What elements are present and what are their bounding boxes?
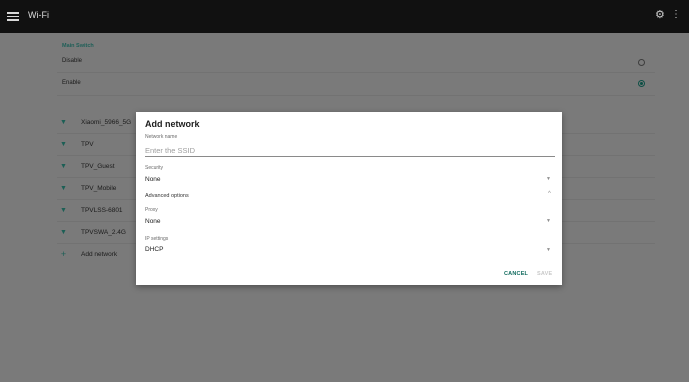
security-dropdown[interactable]: None	[145, 176, 161, 183]
wifi-icon: ▼	[60, 141, 67, 148]
network-name: TPVLSS-6801	[81, 207, 123, 214]
network-name: TPV_Guest	[81, 163, 115, 170]
ssid-input-underline	[145, 156, 555, 157]
gear-icon[interactable]: ⚙	[655, 8, 665, 22]
menu-icon[interactable]	[7, 10, 19, 22]
wifi-icon: ▼	[60, 119, 67, 126]
main-switch-heading: Main Switch	[62, 43, 94, 49]
add-network-dialog: Add network Network name Enter the SSID …	[136, 112, 562, 285]
security-label: Security	[145, 165, 164, 171]
disable-radio[interactable]	[638, 59, 645, 66]
divider	[57, 72, 655, 73]
enable-radio[interactable]	[638, 80, 645, 87]
network-name: TPV	[81, 141, 94, 148]
cancel-button[interactable]: CANCEL	[504, 271, 528, 277]
network-name: TPVSWA_2.4G	[81, 229, 126, 236]
advanced-options-toggle[interactable]: Advanced options	[145, 193, 189, 199]
enable-option-label[interactable]: Enable	[62, 80, 81, 86]
plus-icon: +	[60, 249, 67, 259]
divider	[57, 95, 655, 96]
page-title: Wi-Fi	[28, 10, 49, 20]
wifi-icon: ▼	[60, 185, 67, 192]
proxy-dropdown[interactable]: None	[145, 218, 161, 225]
network-name-label: Network name	[145, 134, 178, 140]
add-network-label: Add network	[81, 251, 118, 258]
wifi-icon: ▼	[60, 163, 67, 170]
disable-option-label[interactable]: Disable	[62, 58, 82, 64]
ip-settings-dropdown[interactable]: DHCP	[145, 246, 163, 253]
wifi-icon: ▼	[60, 229, 67, 236]
dropdown-arrow-icon[interactable]: ▼	[546, 218, 551, 224]
app-bar: Wi-Fi ⚙ ⋮	[0, 0, 689, 33]
wifi-icon: ▼	[60, 207, 67, 214]
chevron-up-icon[interactable]: ^	[548, 191, 551, 197]
dialog-title: Add network	[145, 119, 200, 129]
save-button[interactable]: SAVE	[537, 271, 552, 277]
dropdown-arrow-icon[interactable]: ▼	[546, 247, 551, 253]
proxy-label: Proxy	[145, 207, 158, 213]
network-name: Xiaomi_5966_5G	[81, 119, 132, 126]
network-name: TPV_Mobile	[81, 185, 117, 192]
dropdown-arrow-icon[interactable]: ▼	[546, 176, 551, 182]
ssid-input[interactable]: Enter the SSID	[145, 146, 195, 155]
ip-settings-label: IP settings	[145, 236, 169, 242]
more-vert-icon[interactable]: ⋮	[671, 9, 681, 21]
